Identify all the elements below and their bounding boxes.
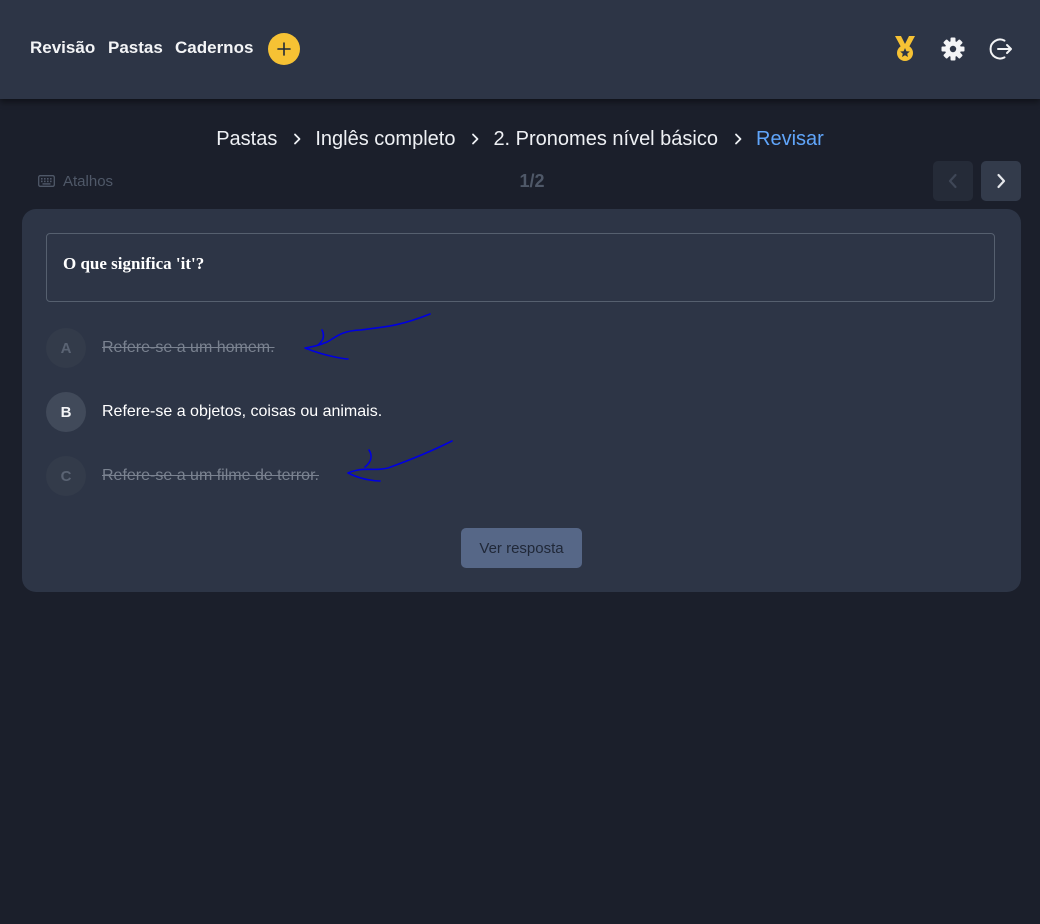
- chevron-right-icon: [471, 133, 479, 145]
- breadcrumb-item-pronomes[interactable]: 2. Pronomes nível básico: [493, 128, 718, 151]
- chevron-right-icon: [997, 173, 1006, 189]
- question-text: O que significa 'it'?: [63, 254, 205, 273]
- breadcrumb-item-ingles-completo[interactable]: Inglês completo: [315, 128, 455, 151]
- settings-icon[interactable]: [940, 36, 966, 62]
- option-a-text: Refere-se a um homem.: [102, 339, 275, 356]
- add-button[interactable]: [268, 33, 300, 65]
- nav-link-cadernos[interactable]: Cadernos: [175, 38, 253, 58]
- medal-icon[interactable]: [892, 35, 918, 63]
- option-c-letter: C: [46, 456, 86, 496]
- option-c-text: Refere-se a um filme de terror.: [102, 467, 319, 484]
- chevron-right-icon: [293, 133, 301, 145]
- breadcrumb: Pastas Inglês completo 2. Pronomes nível…: [0, 126, 1040, 152]
- nav-link-revisao[interactable]: Revisão: [30, 38, 95, 58]
- previous-card-button[interactable]: [933, 161, 973, 201]
- question-box: O que significa 'it'?: [46, 233, 995, 302]
- breadcrumb-item-current[interactable]: Revisar: [756, 128, 824, 151]
- option-a-letter: A: [46, 328, 86, 368]
- chevron-left-icon: [948, 173, 957, 189]
- option-b-letter: B: [46, 392, 86, 432]
- next-card-button[interactable]: [981, 161, 1021, 201]
- card-counter: 1/2: [519, 171, 545, 191]
- nav-link-pastas[interactable]: Pastas: [108, 38, 163, 58]
- show-answer-button[interactable]: Ver resposta: [461, 528, 582, 568]
- option-a[interactable]: A Refere-se a um homem.: [46, 328, 746, 368]
- breadcrumb-item-pastas[interactable]: Pastas: [216, 128, 277, 151]
- question-card: O que significa 'it'? A Refere-se a um h…: [22, 209, 1021, 592]
- top-navbar: Revisão Pastas Cadernos: [0, 0, 1040, 99]
- option-b[interactable]: B Refere-se a objetos, coisas ou animais…: [46, 392, 746, 432]
- plus-icon: [277, 42, 291, 56]
- option-c[interactable]: C Refere-se a um filme de terror.: [46, 456, 746, 496]
- chevron-right-icon: [734, 133, 742, 145]
- option-b-text: Refere-se a objetos, coisas ou animais.: [102, 403, 383, 420]
- logout-icon[interactable]: [988, 36, 1014, 62]
